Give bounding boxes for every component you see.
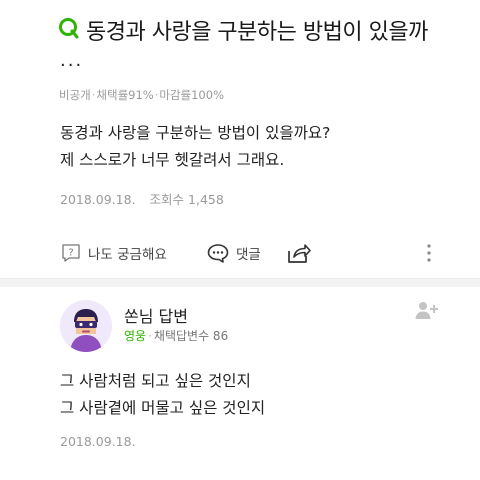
- share-icon: [288, 244, 311, 263]
- deadline-rate: 마감률100%: [159, 88, 224, 102]
- curious-button[interactable]: ? 나도 궁금해요: [60, 238, 167, 268]
- question-body-line: 제 스스로가 너무 헷갈려서 그래요.: [60, 151, 285, 169]
- share-button[interactable]: [286, 238, 312, 268]
- curious-label: 나도 궁금해요: [88, 247, 167, 263]
- visibility-label: 비공개: [59, 88, 91, 102]
- comment-icon: [207, 244, 229, 263]
- comment-label: 댓글: [236, 247, 261, 263]
- comment-button[interactable]: 댓글: [206, 238, 261, 268]
- q-logo-icon: [59, 18, 79, 39]
- answer-date: 2018.09.18.: [60, 434, 136, 449]
- more-vertical-icon: [427, 244, 431, 262]
- question-body-line: 동경과 사랑을 구분하는 방법이 있을까요?: [60, 124, 331, 142]
- adoption-rate: 채택률91%: [96, 88, 154, 102]
- question-bubble-icon: ?: [62, 244, 80, 262]
- answer-body: 그 사람처럼 되고 싶은 것인지 그 사람곁에 머물고 싶은 것인지: [60, 368, 265, 422]
- question-body: 동경과 사랑을 구분하는 방법이 있을까요? 제 스스로가 너무 헷갈려서 그래…: [60, 120, 330, 174]
- answer-author[interactable]: 쏜님 답변: [124, 303, 188, 327]
- answer-body-line: 그 사람처럼 되고 싶은 것인지: [60, 372, 251, 390]
- adopted-count: 채택답변수 86: [153, 329, 229, 343]
- more-button[interactable]: [425, 238, 433, 268]
- question-date: 2018.09.18.: [60, 192, 136, 207]
- question-title: 동경과 사랑을 구분하는 방법이 있을까: [86, 20, 428, 45]
- question-action-bar: ? 나도 궁금해요 댓글: [60, 238, 440, 268]
- avatar[interactable]: [60, 300, 112, 352]
- view-count: 조회수 1,458: [149, 192, 224, 207]
- svg-text:?: ?: [68, 248, 73, 259]
- question-meta: 비공개·채택률91%·마감률100%: [59, 88, 224, 102]
- title-ellipsis: ...: [60, 50, 84, 71]
- section-divider: [0, 278, 480, 287]
- answer-grade: 영웅: [124, 329, 147, 343]
- answer-meta: 영웅 · 채택답변수 86: [124, 329, 229, 343]
- add-friend-icon[interactable]: [414, 300, 438, 320]
- question-date-row: 2018.09.18. 조회수 1,458: [60, 189, 224, 208]
- hero-avatar-icon: [60, 300, 112, 352]
- answer-body-line: 그 사람곁에 머물고 싶은 것인지: [60, 399, 266, 417]
